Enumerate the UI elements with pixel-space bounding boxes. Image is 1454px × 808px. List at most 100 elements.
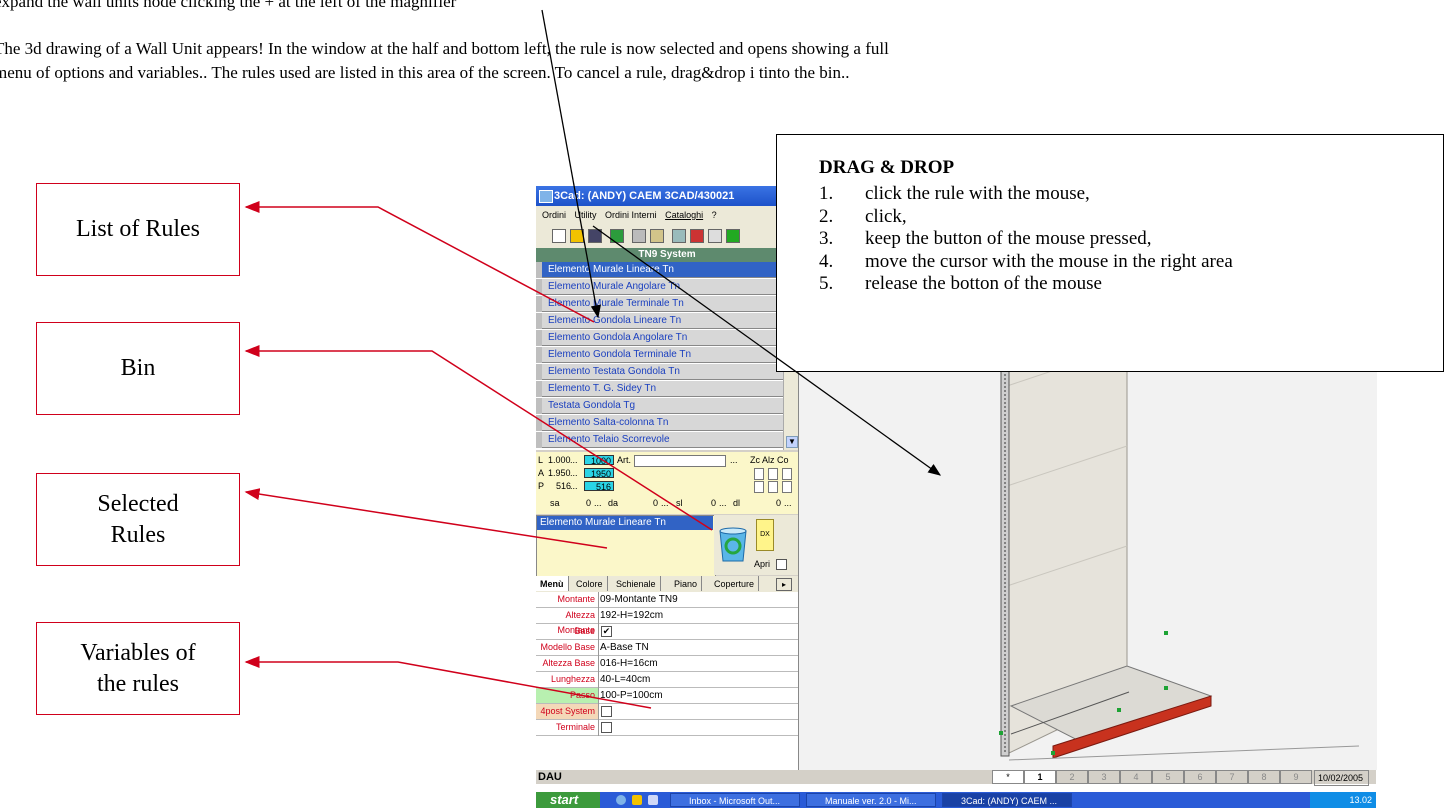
page-tab[interactable]: 7: [1216, 770, 1248, 784]
rule-item[interactable]: Elemento Salta-colonna Tn: [536, 415, 787, 431]
save-icon[interactable]: [588, 229, 602, 243]
sl-value[interactable]: 0: [711, 498, 716, 509]
terminale-checkbox[interactable]: [601, 722, 612, 733]
art-dots[interactable]: ...: [730, 455, 738, 466]
selected-rule-item[interactable]: Elemento Murale Lineare Tn: [537, 516, 713, 530]
page-tab[interactable]: 2: [1056, 770, 1088, 784]
param-a-dots[interactable]: ...: [570, 468, 578, 479]
page-tab[interactable]: 8: [1248, 770, 1280, 784]
dl-dots[interactable]: ...: [784, 498, 792, 509]
dx-door-icon[interactable]: DX: [756, 519, 774, 551]
preview-icon[interactable]: [650, 229, 664, 243]
taskbar-item-inbox[interactable]: Inbox - Microsoft Out...: [670, 793, 800, 807]
var-row[interactable]: Passo 100-P=100cm: [536, 688, 798, 704]
tab-schienale[interactable]: Schienale: [612, 576, 661, 591]
page-tab[interactable]: 9: [1280, 770, 1312, 784]
red-tool-icon[interactable]: [690, 229, 704, 243]
param-p-field[interactable]: 516: [584, 481, 614, 492]
callout-vars-label-1: Variables of: [80, 639, 196, 666]
co-checkbox-2[interactable]: [782, 481, 792, 493]
alz-checkbox-2[interactable]: [768, 481, 778, 493]
rule-item[interactable]: Elemento Murale Lineare Tn: [536, 262, 787, 278]
tab-colore[interactable]: Colore: [572, 576, 608, 591]
sl-label: sl: [676, 498, 683, 508]
menu-utility[interactable]: Utility: [575, 210, 597, 220]
exit-icon[interactable]: [726, 229, 740, 243]
param-l-dots[interactable]: ...: [570, 455, 578, 466]
rule-item[interactable]: Elemento Murale Terminale Tn: [536, 296, 787, 312]
menu-help[interactable]: ?: [712, 210, 717, 220]
menu-cataloghi[interactable]: Cataloghi: [665, 210, 703, 220]
status-bar: DAU * 1 2 3 4 5 6 7 8 9 10/02/2005: [536, 770, 1376, 786]
var-row[interactable]: Montante 09-Montante TN9: [536, 592, 798, 608]
chevron-down-icon[interactable]: ▼: [786, 436, 798, 448]
grid-icon[interactable]: [672, 229, 686, 243]
zc-checkbox-2[interactable]: [754, 481, 764, 493]
sa-dots[interactable]: ...: [594, 498, 602, 509]
tab-piano[interactable]: Piano: [670, 576, 703, 591]
open-folder-icon[interactable]: [570, 229, 584, 243]
var-row[interactable]: Base ✔: [536, 624, 798, 640]
alz-checkbox[interactable]: [768, 468, 778, 480]
rule-item[interactable]: Elemento Murale Angolare Tn: [536, 279, 787, 295]
param-l-field[interactable]: 1000: [584, 455, 614, 466]
tab-menu[interactable]: Menù: [536, 576, 569, 591]
param-p-dots[interactable]: ...: [570, 481, 578, 492]
menu-bar: Ordini Utility Ordini Interni Cataloghi …: [536, 206, 796, 224]
rule-item[interactable]: Elemento Testata Gondola Tn: [536, 364, 787, 380]
toolbar: [536, 224, 796, 249]
page-tab[interactable]: 6: [1184, 770, 1216, 784]
rule-item[interactable]: Elemento T. G. Sidey Tn: [536, 381, 787, 397]
ie-icon[interactable]: [616, 795, 626, 805]
page-tab[interactable]: 4: [1120, 770, 1152, 784]
callout-bin: Bin: [36, 322, 240, 415]
var-row[interactable]: Lunghezza Base40-L=40cm: [536, 672, 798, 699]
tab-scroll-icon[interactable]: ▸: [776, 578, 792, 591]
desktop-icon[interactable]: [648, 795, 658, 805]
da-dots[interactable]: ...: [661, 498, 669, 509]
new-file-icon[interactable]: [552, 229, 566, 243]
callout-selected-label-2: Rules: [110, 521, 166, 548]
var-row[interactable]: 4post System: [536, 704, 798, 720]
drag-drop-instructions: DRAG & DROP 1. click the rule with the mo…: [776, 134, 1444, 372]
outlook-icon[interactable]: [632, 795, 642, 805]
intro-line-1: The 3d drawing of a Wall Unit appears! I…: [0, 39, 889, 58]
co-checkbox[interactable]: [782, 468, 792, 480]
param-a-value: 1.950: [548, 468, 571, 478]
rule-item[interactable]: Elemento Gondola Angolare Tn: [536, 330, 787, 346]
taskbar-item-3cad[interactable]: 3Cad: (ANDY) CAEM ...: [942, 793, 1072, 807]
da-value[interactable]: 0: [653, 498, 658, 509]
rule-item[interactable]: Elemento Telaio Scorrevole: [536, 432, 787, 448]
4post-checkbox[interactable]: [601, 706, 612, 717]
page-tab[interactable]: 3: [1088, 770, 1120, 784]
page-tab[interactable]: 5: [1152, 770, 1184, 784]
sl-dots[interactable]: ...: [719, 498, 727, 509]
zc-checkbox[interactable]: [754, 468, 764, 480]
clock: 13.02: [1349, 795, 1372, 805]
page-tab[interactable]: 1: [1024, 770, 1056, 784]
recycle-bin-icon[interactable]: [716, 525, 750, 563]
rule-item[interactable]: Elemento Gondola Lineare Tn: [536, 313, 787, 329]
dl-value[interactable]: 0: [776, 498, 781, 509]
arrow-icon[interactable]: [610, 229, 624, 243]
start-button[interactable]: start: [536, 792, 600, 808]
art-field[interactable]: [634, 455, 726, 467]
taskbar-item-manuale[interactable]: Manuale ver. 2.0 - Mi...: [806, 793, 936, 807]
window-titlebar[interactable]: 3Cad: (ANDY) CAEM 3CAD/430021: [536, 186, 796, 206]
tab-coperture[interactable]: Coperture: [710, 576, 760, 591]
rule-item[interactable]: Testata Gondola Tg: [536, 398, 787, 414]
var-row[interactable]: Terminale: [536, 720, 798, 736]
var-row[interactable]: Altezza Montante 192-H=192cm: [536, 608, 798, 635]
menu-ordini-interni[interactable]: Ordini Interni: [605, 210, 657, 220]
base-checkbox[interactable]: ✔: [601, 626, 612, 637]
rule-item[interactable]: Elemento Gondola Terminale Tn: [536, 347, 787, 363]
print-icon[interactable]: [632, 229, 646, 243]
param-a-field[interactable]: 1950: [584, 468, 614, 479]
page-tab[interactable]: *: [992, 770, 1024, 784]
var-row[interactable]: Modello Base A-Base TN: [536, 640, 798, 656]
frame-icon[interactable]: [708, 229, 722, 243]
menu-ordini[interactable]: Ordini: [542, 210, 566, 220]
var-row[interactable]: Altezza Base 016-H=16cm: [536, 656, 798, 672]
apri-checkbox[interactable]: [776, 559, 787, 570]
sa-value[interactable]: 0: [586, 498, 591, 509]
